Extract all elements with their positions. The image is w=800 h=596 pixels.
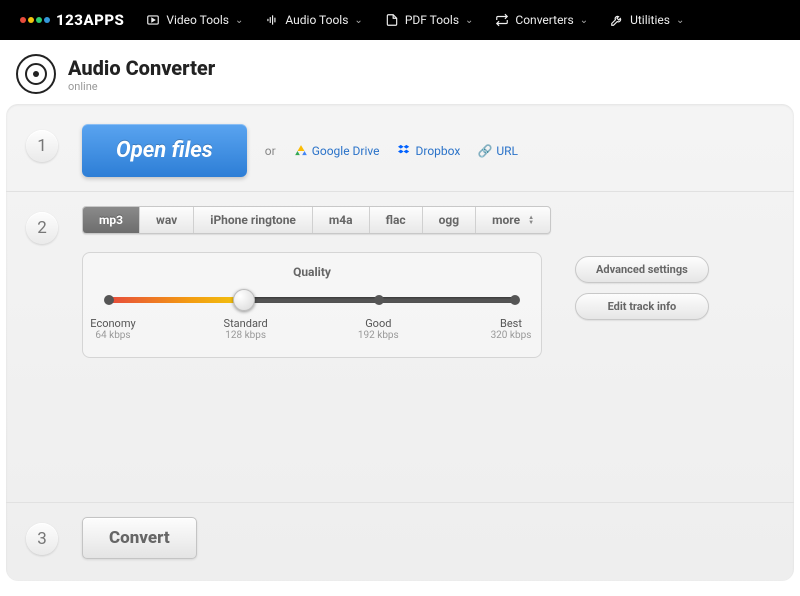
- source-google-drive[interactable]: Google Drive: [294, 144, 380, 158]
- brand-dots-icon: [20, 17, 50, 23]
- format-tab-iphone[interactable]: iPhone ringtone: [194, 207, 313, 233]
- updown-icon: ▲▼: [528, 215, 534, 225]
- app-title: Audio Converter: [68, 56, 215, 80]
- nav-label: Utilities: [630, 13, 670, 27]
- quality-level-good: Good192 kbps: [348, 317, 408, 341]
- nav-label: Converters: [515, 13, 573, 27]
- or-text: or: [265, 144, 276, 158]
- nav-label: PDF Tools: [405, 13, 459, 27]
- quality-title: Quality: [103, 265, 521, 279]
- chevron-down-icon: ⌄: [354, 15, 362, 26]
- format-tab-mp3[interactable]: mp3: [83, 207, 140, 233]
- format-tab-more[interactable]: more ▲▼: [476, 207, 550, 233]
- step-3: 3 Convert: [6, 502, 794, 581]
- step-2: 2 mp3 wav iPhone ringtone m4a flac ogg m…: [6, 191, 794, 372]
- nav-audio-tools[interactable]: Audio Tools ⌄: [265, 13, 362, 27]
- nav-converters[interactable]: Converters ⌄: [495, 13, 588, 27]
- source-dropbox[interactable]: Dropbox: [398, 144, 461, 158]
- format-tab-flac[interactable]: flac: [370, 207, 423, 233]
- chevron-down-icon: ⌄: [676, 15, 684, 26]
- source-label: Google Drive: [312, 144, 380, 158]
- quality-panel: Quality Economy64 kbps Standard128 kbps …: [82, 252, 542, 358]
- quality-slider[interactable]: [109, 289, 515, 309]
- steps-panel: 1 Open files or Google Drive Dropbox 🔗 U…: [6, 104, 794, 581]
- nav-video-tools[interactable]: Video Tools ⌄: [146, 13, 243, 27]
- top-nav: 123APPS Video Tools ⌄ Audio Tools ⌄ PDF …: [0, 0, 800, 40]
- source-label: URL: [496, 144, 518, 158]
- audio-icon: [265, 13, 279, 27]
- format-tab-m4a[interactable]: m4a: [313, 207, 370, 233]
- step-number: 2: [26, 212, 58, 244]
- gdrive-icon: [294, 144, 308, 158]
- quality-level-economy: Economy64 kbps: [83, 317, 143, 341]
- brand-logo[interactable]: 123APPS: [20, 11, 124, 29]
- quality-level-best: Best320 kbps: [481, 317, 541, 341]
- chevron-down-icon: ⌄: [465, 15, 473, 26]
- advanced-settings-button[interactable]: Advanced settings: [575, 256, 709, 283]
- source-label: Dropbox: [416, 144, 461, 158]
- quality-level-standard: Standard128 kbps: [216, 317, 276, 341]
- util-icon: [610, 13, 624, 27]
- app-icon: [16, 54, 56, 94]
- nav-utilities[interactable]: Utilities ⌄: [610, 13, 684, 27]
- chevron-down-icon: ⌄: [580, 15, 588, 26]
- format-tab-ogg[interactable]: ogg: [423, 207, 476, 233]
- brand-text: 123APPS: [56, 11, 124, 29]
- pdf-icon: [385, 13, 399, 27]
- nav-label: Video Tools: [166, 13, 229, 27]
- format-more-label: more: [492, 213, 520, 227]
- nav-pdf-tools[interactable]: PDF Tools ⌄: [385, 13, 474, 27]
- source-url[interactable]: 🔗 URL: [478, 144, 518, 158]
- dropbox-icon: [398, 144, 412, 158]
- format-tabs: mp3 wav iPhone ringtone m4a flac ogg mor…: [82, 206, 551, 234]
- open-files-button[interactable]: Open files: [82, 124, 247, 177]
- chevron-down-icon: ⌄: [235, 15, 243, 26]
- link-icon: 🔗: [478, 144, 492, 158]
- step-1: 1 Open files or Google Drive Dropbox 🔗 U…: [6, 104, 794, 191]
- edit-track-info-button[interactable]: Edit track info: [575, 293, 709, 320]
- page-header: Audio Converter online: [0, 40, 800, 104]
- step-number: 1: [26, 130, 58, 162]
- format-tab-wav[interactable]: wav: [140, 207, 194, 233]
- nav-label: Audio Tools: [285, 13, 348, 27]
- convert-button[interactable]: Convert: [82, 517, 197, 559]
- slider-thumb[interactable]: [233, 289, 255, 311]
- play-icon: [146, 13, 160, 27]
- app-subtitle: online: [68, 80, 215, 93]
- step-number: 3: [26, 523, 58, 555]
- convert-icon: [495, 13, 509, 27]
